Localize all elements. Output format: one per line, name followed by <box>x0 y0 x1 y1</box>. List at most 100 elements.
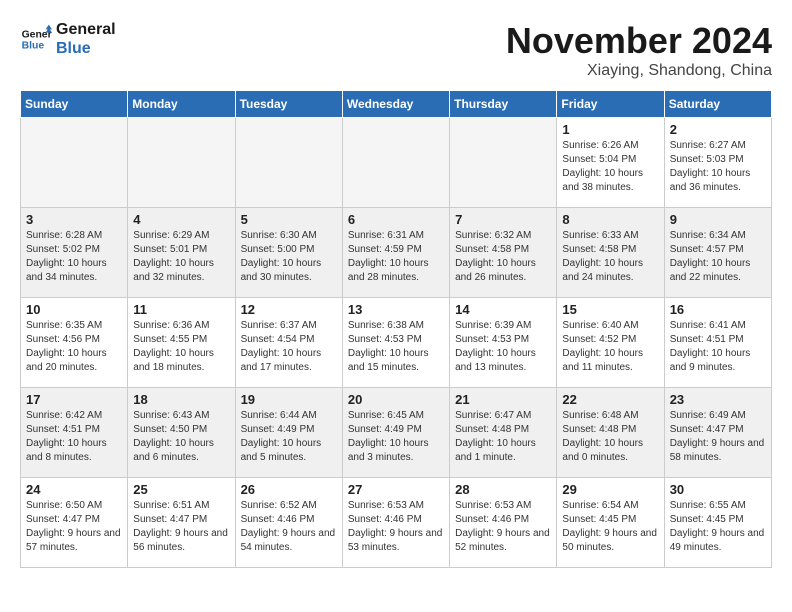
calendar-cell: 10 Sunrise: 6:35 AM Sunset: 4:56 PM Dayli… <box>21 298 128 388</box>
calendar-cell: 4 Sunrise: 6:29 AM Sunset: 5:01 PM Daylig… <box>128 208 235 298</box>
calendar-cell: 26 Sunrise: 6:52 AM Sunset: 4:46 PM Dayli… <box>235 478 342 568</box>
day-number: 25 <box>133 482 229 497</box>
calendar-cell: 15 Sunrise: 6:40 AM Sunset: 4:52 PM Dayli… <box>557 298 664 388</box>
logo: General Blue General Blue <box>20 20 116 58</box>
day-number: 15 <box>562 302 658 317</box>
day-content: Sunrise: 6:35 AM Sunset: 4:56 PM Dayligh… <box>26 319 122 375</box>
day-content: Sunrise: 6:39 AM Sunset: 4:53 PM Dayligh… <box>455 319 551 375</box>
day-number: 20 <box>348 392 444 407</box>
header: General Blue General Blue November 2024 … <box>20 20 772 80</box>
day-content: Sunrise: 6:53 AM Sunset: 4:46 PM Dayligh… <box>455 499 551 555</box>
calendar-week-4: 17Sunrise: 6:42 AM Sunset: 4:51 PM Dayli… <box>21 388 772 478</box>
weekday-header-monday: Monday <box>128 91 235 118</box>
weekday-header-wednesday: Wednesday <box>342 91 449 118</box>
calendar-week-2: 3 Sunrise: 6:28 AM Sunset: 5:02 PM Daylig… <box>21 208 772 298</box>
day-number: 3 <box>26 212 122 227</box>
day-content: Sunrise: 6:40 AM Sunset: 4:52 PM Dayligh… <box>562 319 658 375</box>
day-content: Sunrise: 6:54 AM Sunset: 4:45 PM Dayligh… <box>562 499 658 555</box>
calendar-cell: 7 Sunrise: 6:32 AM Sunset: 4:58 PM Daylig… <box>450 208 557 298</box>
day-content: Sunrise: 6:42 AM Sunset: 4:51 PM Dayligh… <box>26 409 122 465</box>
calendar-cell: 17Sunrise: 6:42 AM Sunset: 4:51 PM Dayli… <box>21 388 128 478</box>
calendar-cell: 13 Sunrise: 6:38 AM Sunset: 4:53 PM Dayli… <box>342 298 449 388</box>
day-number: 14 <box>455 302 551 317</box>
weekday-header-sunday: Sunday <box>21 91 128 118</box>
calendar-cell: 2 Sunrise: 6:27 AM Sunset: 5:03 PM Daylig… <box>664 118 771 208</box>
day-content: Sunrise: 6:36 AM Sunset: 4:55 PM Dayligh… <box>133 319 229 375</box>
day-content: Sunrise: 6:28 AM Sunset: 5:02 PM Dayligh… <box>26 229 122 285</box>
day-content: Sunrise: 6:47 AM Sunset: 4:48 PM Dayligh… <box>455 409 551 465</box>
calendar-cell: 25 Sunrise: 6:51 AM Sunset: 4:47 PM Dayli… <box>128 478 235 568</box>
calendar-table: SundayMondayTuesdayWednesdayThursdayFrid… <box>20 90 772 568</box>
weekday-header-thursday: Thursday <box>450 91 557 118</box>
day-number: 9 <box>670 212 766 227</box>
day-number: 6 <box>348 212 444 227</box>
day-number: 13 <box>348 302 444 317</box>
weekday-header-friday: Friday <box>557 91 664 118</box>
calendar-cell <box>450 118 557 208</box>
day-number: 22 <box>562 392 658 407</box>
calendar-cell: 16 Sunrise: 6:41 AM Sunset: 4:51 PM Dayli… <box>664 298 771 388</box>
location-subtitle: Xiaying, Shandong, China <box>506 62 772 80</box>
day-content: Sunrise: 6:32 AM Sunset: 4:58 PM Dayligh… <box>455 229 551 285</box>
title-area: November 2024 Xiaying, Shandong, China <box>506 20 772 80</box>
day-content: Sunrise: 6:45 AM Sunset: 4:49 PM Dayligh… <box>348 409 444 465</box>
calendar-week-3: 10 Sunrise: 6:35 AM Sunset: 4:56 PM Dayli… <box>21 298 772 388</box>
calendar-cell: 5Sunrise: 6:30 AM Sunset: 5:00 PM Daylig… <box>235 208 342 298</box>
calendar-cell <box>235 118 342 208</box>
weekday-header-row: SundayMondayTuesdayWednesdayThursdayFrid… <box>21 91 772 118</box>
day-content: Sunrise: 6:44 AM Sunset: 4:49 PM Dayligh… <box>241 409 337 465</box>
calendar-cell: 3 Sunrise: 6:28 AM Sunset: 5:02 PM Daylig… <box>21 208 128 298</box>
day-number: 4 <box>133 212 229 227</box>
day-content: Sunrise: 6:55 AM Sunset: 4:45 PM Dayligh… <box>670 499 766 555</box>
day-content: Sunrise: 6:30 AM Sunset: 5:00 PM Dayligh… <box>241 229 337 285</box>
calendar-cell: 19 Sunrise: 6:44 AM Sunset: 4:49 PM Dayli… <box>235 388 342 478</box>
day-content: Sunrise: 6:53 AM Sunset: 4:46 PM Dayligh… <box>348 499 444 555</box>
day-content: Sunrise: 6:41 AM Sunset: 4:51 PM Dayligh… <box>670 319 766 375</box>
day-number: 21 <box>455 392 551 407</box>
day-content: Sunrise: 6:38 AM Sunset: 4:53 PM Dayligh… <box>348 319 444 375</box>
calendar-cell: 20 Sunrise: 6:45 AM Sunset: 4:49 PM Dayli… <box>342 388 449 478</box>
day-number: 30 <box>670 482 766 497</box>
calendar-cell: 29Sunrise: 6:54 AM Sunset: 4:45 PM Dayli… <box>557 478 664 568</box>
calendar-cell: 30 Sunrise: 6:55 AM Sunset: 4:45 PM Dayli… <box>664 478 771 568</box>
day-content: Sunrise: 6:52 AM Sunset: 4:46 PM Dayligh… <box>241 499 337 555</box>
day-number: 18 <box>133 392 229 407</box>
calendar-cell: 1 Sunrise: 6:26 AM Sunset: 5:04 PM Daylig… <box>557 118 664 208</box>
day-content: Sunrise: 6:26 AM Sunset: 5:04 PM Dayligh… <box>562 139 658 195</box>
day-content: Sunrise: 6:31 AM Sunset: 4:59 PM Dayligh… <box>348 229 444 285</box>
day-content: Sunrise: 6:51 AM Sunset: 4:47 PM Dayligh… <box>133 499 229 555</box>
day-number: 10 <box>26 302 122 317</box>
calendar-cell: 6 Sunrise: 6:31 AM Sunset: 4:59 PM Daylig… <box>342 208 449 298</box>
calendar-cell: 21 Sunrise: 6:47 AM Sunset: 4:48 PM Dayli… <box>450 388 557 478</box>
day-number: 28 <box>455 482 551 497</box>
day-content: Sunrise: 6:49 AM Sunset: 4:47 PM Dayligh… <box>670 409 766 465</box>
day-content: Sunrise: 6:33 AM Sunset: 4:58 PM Dayligh… <box>562 229 658 285</box>
calendar-cell: 8Sunrise: 6:33 AM Sunset: 4:58 PM Daylig… <box>557 208 664 298</box>
calendar-cell: 9 Sunrise: 6:34 AM Sunset: 4:57 PM Daylig… <box>664 208 771 298</box>
day-number: 1 <box>562 122 658 137</box>
month-title: November 2024 <box>506 20 772 62</box>
day-content: Sunrise: 6:27 AM Sunset: 5:03 PM Dayligh… <box>670 139 766 195</box>
calendar-cell: 12Sunrise: 6:37 AM Sunset: 4:54 PM Dayli… <box>235 298 342 388</box>
day-content: Sunrise: 6:29 AM Sunset: 5:01 PM Dayligh… <box>133 229 229 285</box>
logo-general: General <box>56 20 116 39</box>
day-content: Sunrise: 6:43 AM Sunset: 4:50 PM Dayligh… <box>133 409 229 465</box>
day-number: 27 <box>348 482 444 497</box>
day-number: 26 <box>241 482 337 497</box>
calendar-cell: 23 Sunrise: 6:49 AM Sunset: 4:47 PM Dayli… <box>664 388 771 478</box>
calendar-cell: 28 Sunrise: 6:53 AM Sunset: 4:46 PM Dayli… <box>450 478 557 568</box>
day-content: Sunrise: 6:34 AM Sunset: 4:57 PM Dayligh… <box>670 229 766 285</box>
logo-blue: Blue <box>56 39 116 58</box>
calendar-week-1: 1 Sunrise: 6:26 AM Sunset: 5:04 PM Daylig… <box>21 118 772 208</box>
calendar-cell <box>21 118 128 208</box>
day-number: 2 <box>670 122 766 137</box>
day-number: 24 <box>26 482 122 497</box>
day-number: 16 <box>670 302 766 317</box>
day-number: 19 <box>241 392 337 407</box>
day-number: 7 <box>455 212 551 227</box>
weekday-header-saturday: Saturday <box>664 91 771 118</box>
day-content: Sunrise: 6:37 AM Sunset: 4:54 PM Dayligh… <box>241 319 337 375</box>
logo-icon: General Blue <box>20 23 52 55</box>
day-number: 23 <box>670 392 766 407</box>
calendar-cell: 14 Sunrise: 6:39 AM Sunset: 4:53 PM Dayli… <box>450 298 557 388</box>
